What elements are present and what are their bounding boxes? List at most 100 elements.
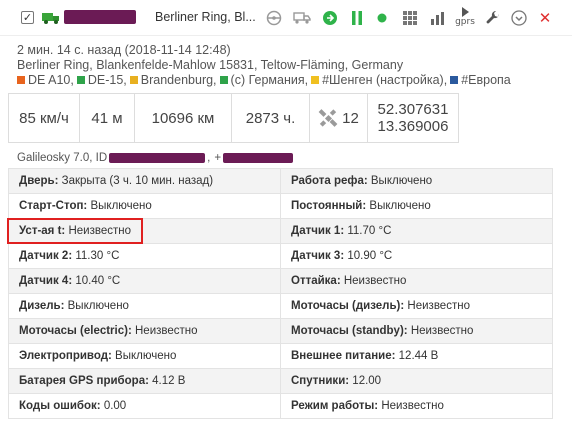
param-cell: Датчик 3: 10.90 °C xyxy=(280,243,553,269)
steering-wheel-icon[interactable] xyxy=(265,9,283,27)
last-message-time: 2 мин. 14 с. назад (2018-11-14 12:48) xyxy=(17,43,231,57)
param-label: Спутники: xyxy=(291,375,350,387)
param-label: Датчик 4: xyxy=(19,275,73,287)
geozone-color-icon xyxy=(450,76,459,84)
param-label: Старт-Стоп: xyxy=(19,200,88,212)
geozone-color-icon xyxy=(129,76,138,84)
status-dot-icon xyxy=(374,9,390,27)
gprs-label: gprs xyxy=(455,17,475,27)
param-value: Выключено xyxy=(67,300,129,312)
table-row: Датчик 2: 11.30 °C Датчик 3: 10.90 °C xyxy=(8,243,553,269)
geozone-item: (c) Германия, xyxy=(219,73,309,87)
geozone-item: #Европа xyxy=(450,73,511,87)
coordinates: 52.307631 13.369006 xyxy=(368,94,458,142)
param-value: Выключено xyxy=(369,200,431,212)
geozone-label: #Шенген (настройка), xyxy=(322,73,448,87)
param-value: Выключено xyxy=(115,350,177,362)
bar-chart-icon[interactable] xyxy=(429,9,447,27)
param-cell: Спутники: 12.00 xyxy=(280,368,553,394)
param-cell: Коды ошибок: 0.00 xyxy=(8,393,281,419)
send-command-truck-icon[interactable] xyxy=(292,9,312,27)
geozone-item: #Шенген (настройка), xyxy=(311,73,447,87)
table-row: Моточасы (electric): Неизвестно Моточасы … xyxy=(8,318,553,344)
chevron-down-icon[interactable] xyxy=(510,9,528,27)
address: Berliner Ring, Blankenfelde-Mahlow 15831… xyxy=(17,58,404,72)
device-info: Galileosky 7.0, ID , + xyxy=(17,152,295,164)
table-row: Батарея GPS прибора: 4.12 В Спутники: 12.… xyxy=(8,368,553,394)
param-label: Уст-ая t: xyxy=(19,225,66,237)
param-value: Неизвестно xyxy=(343,275,407,287)
param-label: Датчик 2: xyxy=(19,250,73,262)
param-label: Датчик 1: xyxy=(291,225,345,237)
truck-icon xyxy=(42,13,59,24)
geozone-label: #Европа xyxy=(461,73,511,87)
param-value: 10.40 °C xyxy=(75,275,121,287)
param-cell: Моточасы (electric): Неизвестно xyxy=(8,318,281,344)
speed-value: 85 км/ч xyxy=(9,94,80,142)
param-value: 0.00 xyxy=(103,400,127,412)
gprs-command-button[interactable]: gprs xyxy=(454,5,476,29)
engine-hours-value: 2873 ч. xyxy=(232,94,310,142)
param-value: 12.00 xyxy=(352,375,382,387)
longitude-value: 13.369006 xyxy=(377,118,449,135)
param-label: Моточасы (standby): xyxy=(291,325,408,337)
geozone-label: (c) Германия, xyxy=(230,73,309,87)
param-cell: Дизель: Выключено xyxy=(8,293,281,319)
param-value: 11.30 °C xyxy=(75,250,120,262)
param-cell: Датчик 4: 10.40 °C xyxy=(8,268,281,294)
mileage-value: 10696 км xyxy=(135,94,232,142)
param-cell: Внешнее питание: 12.44 В xyxy=(280,343,553,369)
param-label: Моточасы (дизель): xyxy=(291,300,405,312)
geozone-color-icon xyxy=(17,76,25,84)
param-cell: Уст-ая t: Неизвестно xyxy=(8,218,281,244)
param-value: Выключено xyxy=(370,175,433,187)
unit-header: ✓ Berliner Ring, Bl... gprs ✕ xyxy=(0,0,572,36)
param-label: Режим работы: xyxy=(291,400,379,412)
param-label: Работа рефа: xyxy=(291,175,368,187)
param-label: Коды ошибок: xyxy=(19,400,101,412)
close-icon[interactable]: ✕ xyxy=(536,9,554,27)
altitude-value: 41 м xyxy=(80,94,135,142)
geozone-label: DE A10, xyxy=(28,73,74,87)
phone-redacted xyxy=(223,153,294,163)
param-cell: Датчик 1: 11.70 °C xyxy=(280,218,553,244)
geozone-item: Brandenburg, xyxy=(129,73,217,87)
param-label: Оттайка: xyxy=(291,275,341,287)
param-label: Батарея GPS прибора: xyxy=(19,375,149,387)
device-separator: , xyxy=(207,152,211,164)
wrench-icon[interactable] xyxy=(484,9,502,27)
param-cell: Работа рефа: Выключено xyxy=(280,168,553,194)
param-cell: Постоянный: Выключено xyxy=(280,193,553,219)
param-value: 10.90 °C xyxy=(347,250,393,262)
geozone-color-icon xyxy=(311,76,320,84)
grid-icon[interactable] xyxy=(402,9,418,27)
param-cell: Датчик 2: 11.30 °C xyxy=(8,243,281,269)
geozone-item: DE A10, xyxy=(17,73,74,87)
play-track-icon[interactable] xyxy=(321,9,339,27)
param-cell: Оттайка: Неизвестно xyxy=(280,268,553,294)
unit-checkbox[interactable]: ✓ xyxy=(21,11,34,24)
param-value: 4.12 В xyxy=(152,375,186,387)
sensor-parameters-table: Дверь: Закрыта (3 ч. 10 мин. назад) Работ… xyxy=(8,168,553,419)
param-label: Внешнее питание: xyxy=(291,350,396,362)
param-cell: Батарея GPS прибора: 4.12 В xyxy=(8,368,281,394)
param-label: Дверь: xyxy=(19,175,59,187)
param-value: Выключено xyxy=(90,200,152,212)
table-row: Старт-Стоп: Выключено Постоянный: Выключе… xyxy=(8,193,553,219)
pause-icon[interactable] xyxy=(349,9,365,27)
param-value: Неизвестно xyxy=(410,325,474,337)
param-label: Электропривод: xyxy=(19,350,112,362)
param-label: Постоянный: xyxy=(291,200,367,212)
table-row: Датчик 4: 10.40 °C Оттайка: Неизвестно xyxy=(8,268,553,294)
table-row: Коды ошибок: 0.00 Режим работы: Неизвестн… xyxy=(8,393,553,419)
table-row: Электропривод: Выключено Внешнее питание:… xyxy=(8,343,553,369)
geozone-color-icon xyxy=(76,76,85,84)
geozone-item: DE-15, xyxy=(76,73,127,87)
geozone-color-icon xyxy=(219,76,228,84)
geozone-label: Brandenburg, xyxy=(140,73,217,87)
param-cell: Дверь: Закрыта (3 ч. 10 мин. назад) xyxy=(8,168,281,194)
param-value: Неизвестно xyxy=(407,300,470,312)
phone-prefix: + xyxy=(214,152,222,164)
param-value: 12.44 В xyxy=(398,350,439,362)
param-cell: Старт-Стоп: Выключено xyxy=(8,193,281,219)
